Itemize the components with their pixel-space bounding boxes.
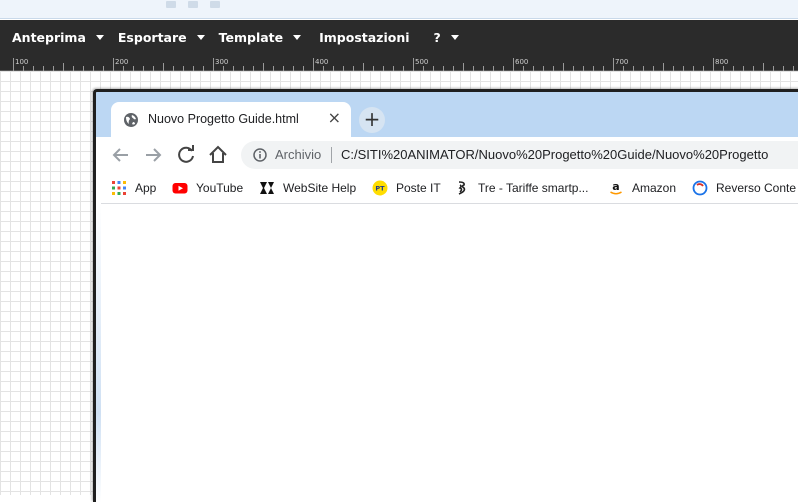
reverso-icon bbox=[692, 180, 708, 196]
close-icon[interactable]: × bbox=[328, 108, 341, 127]
info-icon[interactable] bbox=[253, 148, 267, 162]
back-arrow-icon[interactable] bbox=[109, 143, 133, 167]
url-text[interactable]: C:/SITI%20ANIMATOR/Nuovo%20Progetto%20Gu… bbox=[341, 147, 768, 162]
top-strip-button[interactable] bbox=[210, 1, 220, 8]
ruler-tick bbox=[113, 58, 114, 71]
ruler-label: 600 bbox=[515, 58, 529, 66]
menu-template[interactable]: Template bbox=[219, 30, 302, 45]
caret-down-icon bbox=[450, 34, 459, 40]
bookmark-app[interactable]: App bbox=[111, 180, 156, 196]
address-bar[interactable]: Archivio C:/SITI%20ANIMATOR/Nuovo%20Prog… bbox=[241, 141, 798, 169]
tab-title: Nuovo Progetto Guide.html bbox=[148, 112, 299, 126]
ruler-tick bbox=[713, 58, 714, 71]
ruler-label: 400 bbox=[315, 58, 329, 66]
bookmark-youtube[interactable]: YouTube bbox=[172, 180, 243, 196]
bookmark-website-help[interactable]: WebSite Help bbox=[259, 180, 356, 196]
ruler-tick bbox=[663, 63, 664, 71]
ruler-tick bbox=[213, 58, 214, 71]
globe-icon bbox=[124, 113, 138, 127]
caret-down-icon bbox=[196, 34, 205, 40]
page-content-edge bbox=[96, 203, 101, 502]
forward-arrow-icon[interactable] bbox=[141, 143, 165, 167]
new-tab-button[interactable]: + bbox=[359, 107, 385, 133]
ruler-label: 300 bbox=[215, 58, 229, 66]
bookmark-label: App bbox=[135, 181, 157, 195]
menu-label: Template bbox=[218, 29, 284, 45]
bookmarks-bar: App YouTube WebSite Help PT Poste IT Tre… bbox=[96, 173, 798, 204]
ruler-tick bbox=[513, 58, 514, 71]
svg-text:a: a bbox=[612, 180, 619, 193]
tre-icon bbox=[458, 181, 466, 195]
security-label: Archivio bbox=[275, 147, 322, 162]
caret-down-icon bbox=[293, 34, 302, 40]
browser-tabstrip: Nuovo Progetto Guide.html × + bbox=[96, 92, 798, 137]
youtube-icon bbox=[172, 183, 188, 194]
menu-label: Esportare bbox=[117, 29, 187, 45]
ruler-tick bbox=[363, 63, 364, 71]
browser-screenshot[interactable]: Nuovo Progetto Guide.html × + Archivio C… bbox=[93, 89, 798, 502]
horizontal-ruler: 100 200 300 400 500 600 700 800 bbox=[0, 54, 798, 71]
ruler-label: 200 bbox=[115, 58, 129, 66]
ruler-tick bbox=[563, 63, 564, 71]
bookmark-label: Tre - Tariffe smartp... bbox=[478, 181, 589, 195]
apps-grid-icon bbox=[112, 181, 126, 195]
menu-label: ? bbox=[433, 29, 441, 45]
ruler-tick bbox=[413, 58, 414, 71]
bookmark-tre[interactable]: Tre - Tariffe smartp... bbox=[454, 180, 588, 196]
ruler-label: 100 bbox=[15, 58, 29, 66]
menu-esportare[interactable]: Esportare bbox=[118, 30, 205, 45]
bookmark-reverso[interactable]: Reverso Conte bbox=[692, 180, 796, 196]
menu-label: Anteprima bbox=[12, 29, 86, 45]
ruler-tick bbox=[763, 63, 764, 71]
ruler-label: 500 bbox=[415, 58, 429, 66]
ruler-tick bbox=[163, 63, 164, 71]
reload-icon[interactable] bbox=[174, 143, 198, 167]
menu-anteprima[interactable]: Anteprima bbox=[12, 30, 104, 45]
top-strip-button[interactable] bbox=[166, 1, 176, 8]
bookmark-label: YouTube bbox=[196, 181, 244, 195]
ruler-label: 800 bbox=[715, 58, 729, 66]
ruler-tick bbox=[463, 63, 464, 71]
caret-down-icon bbox=[95, 34, 104, 40]
amazon-icon: a bbox=[610, 180, 622, 195]
menu-impostazioni[interactable]: Impostazioni bbox=[319, 30, 409, 45]
poste-icon: PT bbox=[372, 180, 388, 196]
browser-tab[interactable]: Nuovo Progetto Guide.html × bbox=[111, 102, 351, 137]
svg-text:PT: PT bbox=[375, 185, 385, 193]
ruler-label: 700 bbox=[615, 58, 629, 66]
menu-label: Impostazioni bbox=[319, 29, 410, 45]
bookmark-label: WebSite Help bbox=[283, 181, 357, 195]
ruler-tick bbox=[313, 58, 314, 71]
top-strip bbox=[0, 0, 798, 19]
divider bbox=[331, 147, 332, 163]
bookmark-poste[interactable]: PT Poste IT bbox=[372, 180, 441, 196]
ruler-tick bbox=[263, 63, 264, 71]
bookmark-label: Reverso Conte bbox=[716, 181, 797, 195]
ruler-tick bbox=[13, 58, 14, 71]
menu-help[interactable]: ? bbox=[434, 30, 459, 45]
ruler-tick bbox=[63, 63, 64, 71]
bookmark-amazon[interactable]: a Amazon bbox=[608, 180, 676, 196]
bookmark-label: Amazon bbox=[632, 181, 677, 195]
app-menubar: Anteprima Esportare Template Impostazion… bbox=[0, 20, 798, 54]
website-x5-icon bbox=[260, 182, 274, 194]
ruler-tick bbox=[613, 58, 614, 71]
home-icon[interactable] bbox=[206, 143, 230, 167]
browser-toolbar: Archivio C:/SITI%20ANIMATOR/Nuovo%20Prog… bbox=[96, 137, 798, 173]
top-strip-button[interactable] bbox=[188, 1, 198, 8]
bookmark-label: Poste IT bbox=[396, 181, 441, 195]
